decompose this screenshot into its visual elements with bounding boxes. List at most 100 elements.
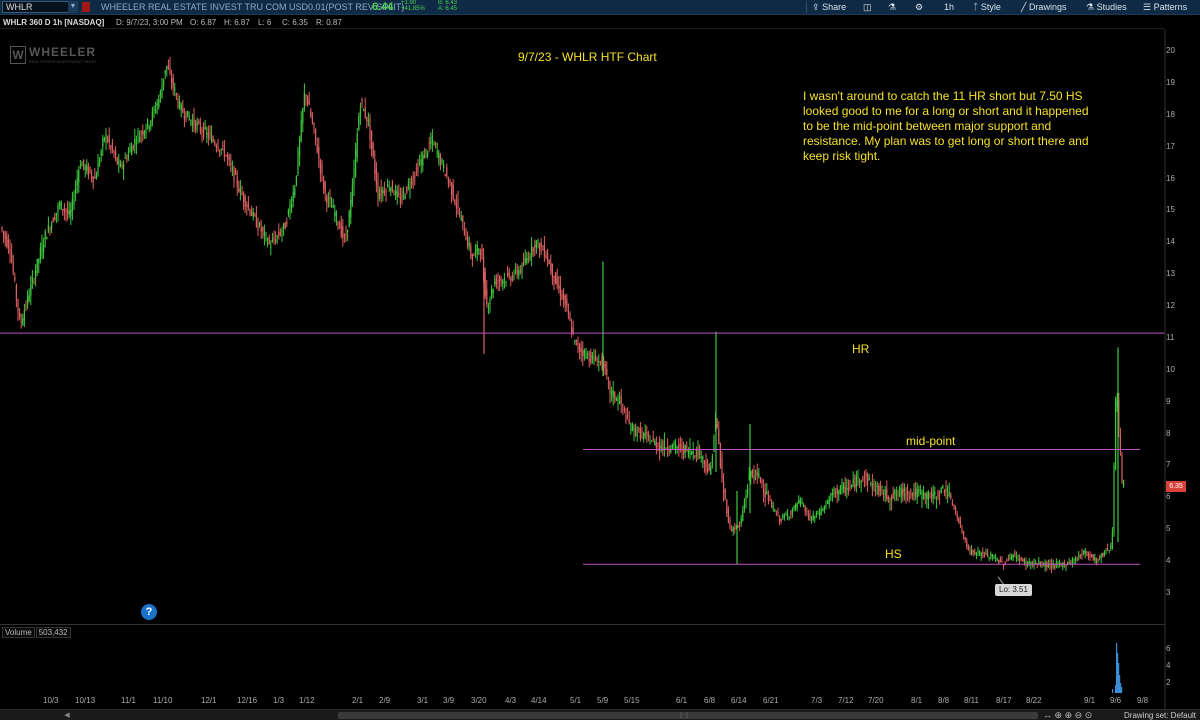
- candle-body: [926, 493, 928, 500]
- snapshot-icon[interactable]: ◫: [863, 1, 872, 14]
- candle-body: [798, 499, 800, 504]
- price-axis-tick: 8: [1166, 428, 1171, 438]
- candle-body: [558, 285, 560, 289]
- candle-body: [628, 419, 630, 424]
- zoom-reset-icon[interactable]: ⊙: [1085, 710, 1093, 720]
- candle-body: [198, 120, 200, 124]
- volume-label: Volume: [2, 627, 35, 638]
- candle-body: [915, 488, 917, 496]
- candle-body: [1078, 555, 1080, 558]
- candle-body: [270, 246, 272, 249]
- drawings-button[interactable]: ╱ Drawings: [1021, 1, 1066, 14]
- candle-body: [623, 408, 625, 410]
- crosshair-icon[interactable]: ⊕: [1055, 710, 1063, 720]
- time-axis-tick: 8/11: [964, 696, 979, 705]
- candle-body: [118, 161, 120, 164]
- candle-body: [796, 504, 798, 508]
- candle-body: [697, 450, 699, 458]
- timeframe-button[interactable]: 1h: [944, 1, 954, 14]
- candle-body: [511, 275, 513, 280]
- candle-body: [1017, 558, 1019, 560]
- gear-icon[interactable]: ⚙: [915, 1, 923, 14]
- scroll-left-icon[interactable]: ◀: [60, 711, 74, 720]
- symbol-input[interactable]: WHLR: [2, 1, 78, 13]
- price-axis-tick: 10: [1166, 364, 1175, 374]
- candle-body: [790, 513, 792, 515]
- candle-body: [14, 276, 16, 280]
- candle-body: [553, 275, 555, 283]
- candle-body: [531, 244, 533, 257]
- time-axis-tick: 1/12: [299, 696, 315, 705]
- candle-body: [19, 312, 21, 318]
- candle-body: [268, 237, 270, 244]
- candle-body: [46, 237, 48, 240]
- candle-body: [1047, 563, 1049, 567]
- candle-body: [233, 166, 235, 182]
- candle-body: [190, 120, 192, 121]
- price-change: +1.90 +41.85%: [401, 0, 425, 12]
- candle-body: [670, 449, 672, 452]
- pan-arrows-icon[interactable]: ↔: [1043, 710, 1052, 720]
- alert-flag-icon[interactable]: [82, 2, 90, 12]
- time-axis-tick: 10/13: [75, 696, 96, 705]
- candle-body: [230, 162, 232, 166]
- candle-body: [311, 117, 313, 123]
- candle-body: [191, 120, 193, 126]
- bar-open: O: 6.87: [190, 18, 217, 27]
- candle-body: [774, 509, 776, 512]
- candle-body: [795, 503, 797, 509]
- candle-body: [1103, 551, 1105, 555]
- candle-body: [1, 227, 3, 231]
- zoom-in-icon[interactable]: ⊕: [1065, 710, 1073, 720]
- candle-body: [153, 109, 155, 111]
- candle-body: [1121, 454, 1123, 483]
- bar-low: L: 6: [258, 18, 272, 27]
- candle-body: [775, 513, 777, 515]
- time-axis-tick: 3/9: [443, 696, 455, 705]
- candle-body: [369, 118, 371, 141]
- candle-body: [767, 494, 769, 502]
- candle-body: [83, 159, 85, 167]
- time-axis-tick: 2/1: [352, 696, 364, 705]
- candle-body: [4, 233, 6, 239]
- candle-body: [235, 170, 237, 175]
- candle-body: [78, 170, 80, 183]
- candle-body: [151, 111, 153, 122]
- candle-body: [556, 276, 558, 286]
- candle-body: [889, 501, 891, 502]
- zoom-out-icon[interactable]: ⊖: [1075, 710, 1083, 720]
- candle-body: [807, 514, 809, 518]
- candle-body: [590, 351, 592, 363]
- candle-body: [1011, 554, 1013, 560]
- candle-body: [271, 239, 273, 242]
- share-button[interactable]: ⇪ Share: [812, 1, 846, 14]
- help-icon[interactable]: ?: [141, 604, 157, 620]
- candle-body: [761, 479, 763, 483]
- candle-body: [329, 197, 331, 200]
- candle-body: [348, 210, 350, 228]
- flask-icon[interactable]: ⚗: [888, 1, 896, 14]
- drawing-set-selector[interactable]: Drawing set: Default: [1124, 711, 1196, 720]
- pane-divider[interactable]: [0, 624, 1165, 625]
- candle-body: [1073, 558, 1075, 560]
- candle-body: [996, 558, 998, 561]
- volume-bar: [1121, 687, 1123, 693]
- candle-body: [54, 217, 56, 220]
- candle-body: [334, 212, 336, 216]
- candle-body: [588, 358, 590, 362]
- scroll-grip-icon[interactable]: ⋮⋮: [678, 712, 690, 719]
- candle-body: [158, 98, 160, 108]
- candle-body: [897, 494, 899, 496]
- candle-body: [35, 271, 37, 279]
- candle-body: [447, 179, 449, 182]
- candle-body: [150, 121, 152, 127]
- candle-body: [179, 101, 181, 108]
- candle-body: [907, 489, 909, 495]
- studies-button[interactable]: ⚗ Studies: [1086, 1, 1127, 14]
- candle-body: [380, 188, 382, 196]
- candle-body: [366, 116, 368, 122]
- patterns-button[interactable]: ☰ Patterns: [1143, 1, 1187, 14]
- symbol-dropdown-icon[interactable]: ▼: [68, 1, 78, 13]
- candle-body: [1094, 557, 1096, 560]
- style-button[interactable]: ᛏ Style: [973, 1, 1001, 14]
